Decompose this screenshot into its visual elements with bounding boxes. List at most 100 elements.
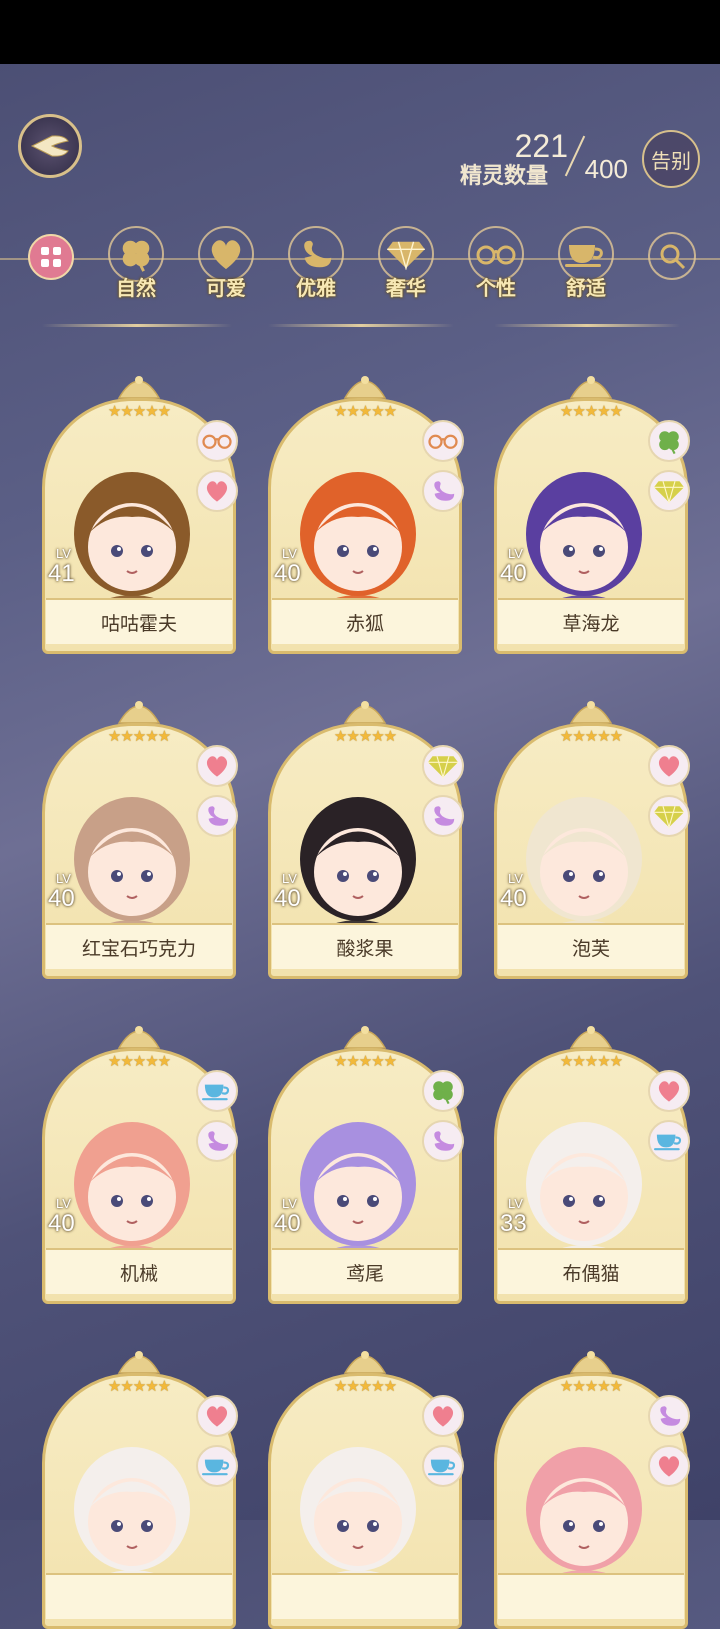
swan-icon-tag	[422, 1120, 464, 1162]
diamond-icon	[387, 241, 425, 270]
level-value: 40	[274, 560, 301, 587]
clover-icon	[433, 1081, 453, 1105]
rarity-stars: ★★★★★	[559, 1052, 623, 1070]
teacup-icon	[202, 1084, 230, 1101]
spirit-card[interactable]: ★★★★★	[42, 1345, 238, 1629]
card-name: 酸浆果	[272, 923, 458, 969]
teacup-icon-tag	[196, 1445, 238, 1487]
level-value: 40	[274, 885, 301, 912]
rarity-stars: ★★★★★	[107, 402, 171, 420]
diamond-icon	[428, 756, 458, 779]
spirit-card[interactable]: ★★★★★	[494, 1345, 690, 1629]
card-name	[272, 1573, 458, 1619]
diamond-icon	[654, 806, 684, 829]
spirit-card[interactable]: ★★★★★ LV 40 草海龙	[494, 370, 690, 654]
filter-luxury[interactable]: 奢华	[366, 220, 446, 300]
rarity-stars: ★★★★★	[559, 1377, 623, 1395]
swan-icon-tag	[196, 795, 238, 837]
crown-ornament	[117, 1351, 161, 1374]
heart-icon	[658, 1456, 680, 1477]
filter-cute[interactable]: 可爱	[186, 220, 266, 300]
swan-icon-tag	[648, 1395, 690, 1437]
filter-label: 个性	[476, 276, 516, 300]
heart-icon	[206, 1406, 228, 1427]
swan-icon	[304, 240, 332, 268]
search-button[interactable]	[632, 220, 712, 300]
swan-icon	[434, 1131, 455, 1151]
filter-personality[interactable]: 个性	[456, 220, 536, 300]
level-badge: LV 40	[46, 871, 90, 917]
level-badge: LV 40	[498, 546, 542, 592]
swan-icon	[660, 1406, 681, 1426]
farewell-button[interactable]: 告别	[642, 130, 700, 188]
card-name: 赤狐	[272, 598, 458, 644]
card-name: 机械	[46, 1248, 232, 1294]
glasses-icon-tag	[196, 420, 238, 462]
level-label: LV	[508, 1196, 523, 1211]
spirit-card[interactable]: ★★★★★ LV 33 布偶猫	[494, 1020, 690, 1304]
level-value: 40	[48, 885, 75, 912]
spirit-card[interactable]: ★★★★★	[268, 1345, 464, 1629]
level-value: 40	[500, 885, 527, 912]
column-divider	[268, 324, 454, 327]
card-name	[46, 1573, 232, 1619]
spirit-card[interactable]: ★★★★★ LV 40 红宝石巧克力	[42, 695, 238, 979]
count-label: 精灵数量	[460, 164, 549, 189]
diamond-icon-tag	[648, 795, 690, 837]
filter-label: 自然	[116, 276, 156, 300]
level-badge: LV 40	[272, 1196, 316, 1242]
heart-icon	[206, 756, 228, 777]
filter-bar: 自然 可爱 优雅 奢华 个性 舒适	[0, 220, 720, 310]
spirit-card[interactable]: ★★★★★ LV 40 鸢尾	[268, 1020, 464, 1304]
filter-label: 优雅	[296, 276, 336, 300]
swan-icon	[434, 806, 455, 826]
spirit-card[interactable]: ★★★★★ LV 40 泡芙	[494, 695, 690, 979]
column-divider	[42, 324, 232, 327]
back-button[interactable]	[18, 114, 82, 178]
level-badge: LV 40	[272, 546, 316, 592]
glasses-icon-tag	[422, 420, 464, 462]
rarity-stars: ★★★★★	[107, 727, 171, 745]
filter-comfort[interactable]: 舒适	[546, 220, 626, 300]
level-badge	[498, 1521, 542, 1567]
diamond-icon	[654, 481, 684, 504]
level-label: LV	[282, 1196, 297, 1211]
level-badge	[46, 1521, 90, 1567]
filter-all[interactable]	[6, 220, 86, 300]
filter-label: 舒适	[566, 276, 606, 300]
crown-ornament	[117, 701, 161, 724]
teacup-icon-tag	[422, 1445, 464, 1487]
search-icon	[660, 244, 686, 270]
heart-icon-tag	[422, 1395, 464, 1437]
spirit-card[interactable]: ★★★★★ LV 40 机械	[42, 1020, 238, 1304]
level-label: LV	[282, 546, 297, 561]
heart-icon	[658, 756, 680, 777]
spirit-count: 221 精灵数量 400	[428, 128, 628, 189]
grid-icon	[41, 247, 61, 267]
rarity-stars: ★★★★★	[333, 1377, 397, 1395]
rarity-stars: ★★★★★	[333, 402, 397, 420]
level-badge: LV 41	[46, 546, 90, 592]
teacup-icon	[654, 1134, 682, 1151]
swan-icon-tag	[422, 795, 464, 837]
teacup-icon	[565, 245, 603, 267]
filter-nature[interactable]: 自然	[96, 220, 176, 300]
card-name: 布偶猫	[498, 1248, 684, 1294]
spirit-card[interactable]: ★★★★★ LV 40 酸浆果	[268, 695, 464, 979]
count-max: 400	[584, 154, 628, 184]
heart-icon	[658, 1081, 680, 1102]
swan-icon	[434, 481, 455, 501]
rarity-stars: ★★★★★	[107, 1377, 171, 1395]
spirit-card[interactable]: ★★★★★ LV 41 咕咕霍夫	[42, 370, 238, 654]
level-badge	[272, 1521, 316, 1567]
crown-ornament	[343, 1351, 387, 1374]
status-bar	[0, 0, 720, 64]
heart-icon-tag	[648, 1445, 690, 1487]
spirit-card[interactable]: ★★★★★ LV 40 赤狐	[268, 370, 464, 654]
filter-elegant[interactable]: 优雅	[276, 220, 356, 300]
level-value: 40	[500, 560, 527, 587]
filter-label: 可爱	[206, 276, 246, 300]
glasses-icon	[202, 434, 232, 449]
diamond-icon-tag	[648, 470, 690, 512]
level-label: LV	[282, 871, 297, 886]
